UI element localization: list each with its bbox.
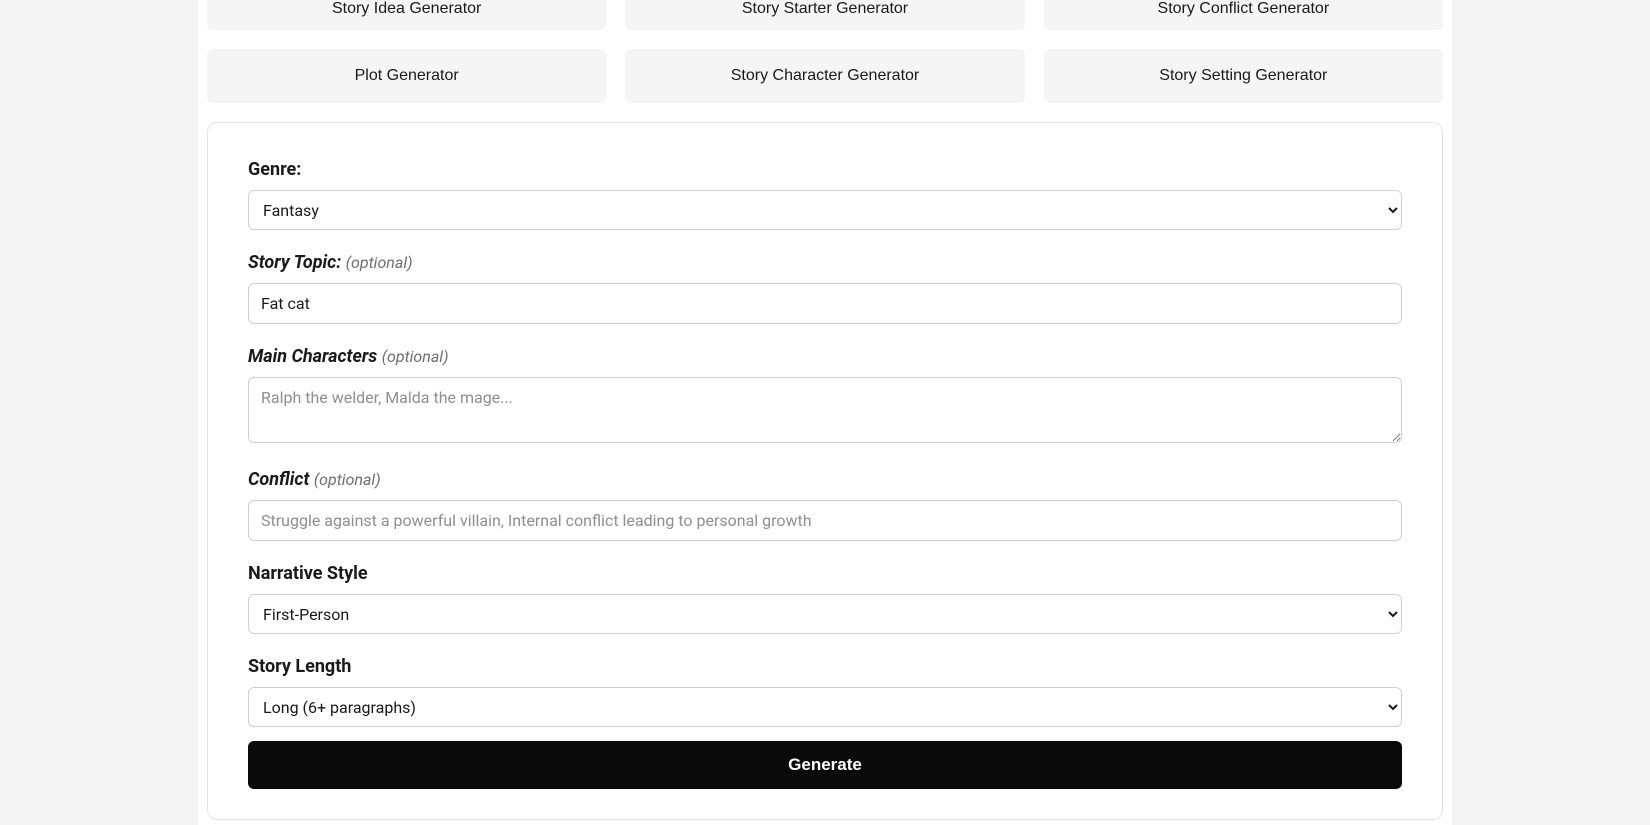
story-length-select[interactable]: Long (6+ paragraphs): [248, 687, 1402, 727]
main-characters-input[interactable]: [248, 377, 1402, 443]
narrative-style-field: Narrative Style First-Person: [248, 563, 1402, 634]
narrative-style-select[interactable]: First-Person: [248, 594, 1402, 634]
main-characters-optional: (optional): [382, 347, 449, 366]
conflict-label-text: Conflict: [248, 469, 309, 490]
generate-button[interactable]: Generate: [248, 741, 1402, 789]
main-characters-field: Main Characters (optional): [248, 346, 1402, 447]
generator-form-card: Genre: Fantasy Story Topic: (optional) M…: [207, 122, 1443, 820]
genre-select[interactable]: Fantasy: [248, 190, 1402, 230]
story-character-generator-button[interactable]: Story Character Generator: [625, 49, 1024, 103]
conflict-optional: (optional): [314, 470, 381, 489]
story-topic-label-text: Story Topic:: [248, 252, 341, 273]
genre-label: Genre:: [248, 159, 1402, 180]
main-characters-label: Main Characters (optional): [248, 346, 1402, 367]
story-topic-input[interactable]: [248, 283, 1402, 324]
story-setting-generator-button[interactable]: Story Setting Generator: [1044, 49, 1443, 103]
story-idea-generator-button[interactable]: Story Idea Generator: [207, 0, 606, 30]
conflict-input[interactable]: [248, 500, 1402, 541]
plot-generator-button[interactable]: Plot Generator: [207, 49, 606, 103]
story-topic-optional: (optional): [346, 253, 413, 272]
generator-button-grid: Story Idea Generator Story Starter Gener…: [198, 0, 1452, 122]
story-topic-field: Story Topic: (optional): [248, 252, 1402, 324]
narrative-style-label: Narrative Style: [248, 563, 1402, 584]
main-characters-label-text: Main Characters: [248, 346, 377, 367]
conflict-field: Conflict (optional): [248, 469, 1402, 541]
page-container: Story Idea Generator Story Starter Gener…: [198, 0, 1452, 825]
story-starter-generator-button[interactable]: Story Starter Generator: [625, 0, 1024, 30]
story-conflict-generator-button[interactable]: Story Conflict Generator: [1044, 0, 1443, 30]
story-topic-label: Story Topic: (optional): [248, 252, 1402, 273]
conflict-label: Conflict (optional): [248, 469, 1402, 490]
genre-field: Genre: Fantasy: [248, 159, 1402, 230]
story-length-label: Story Length: [248, 656, 1402, 677]
story-length-field: Story Length Long (6+ paragraphs): [248, 656, 1402, 727]
